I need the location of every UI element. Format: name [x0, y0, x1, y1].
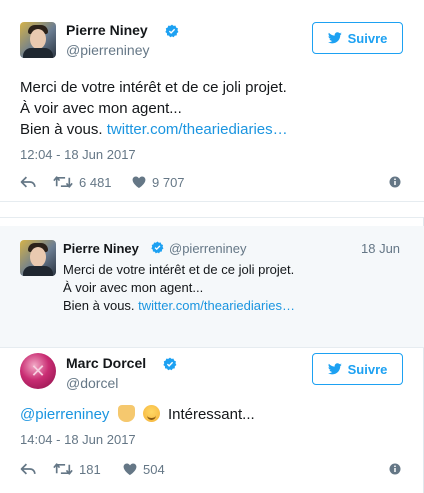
author-name[interactable]: Marc Dorcel — [66, 355, 146, 371]
reply-button[interactable] — [20, 173, 37, 191]
reply-icon — [20, 176, 36, 188]
retweet-button[interactable]: 6 481 — [53, 173, 112, 191]
heart-icon — [123, 463, 137, 476]
retweet-count: 181 — [79, 461, 101, 477]
heart-icon — [132, 176, 146, 189]
author-handle[interactable]: @pierreniney — [66, 42, 149, 58]
avatar[interactable] — [20, 22, 56, 58]
follow-button[interactable]: Suivre — [312, 353, 403, 385]
like-count: 9 707 — [152, 174, 185, 190]
relieved-face-emoji — [142, 405, 160, 422]
like-button[interactable]: 504 — [123, 460, 165, 478]
mention-link[interactable]: @pierreniney — [20, 406, 109, 423]
quoted-date[interactable]: 18 Jun — [361, 241, 400, 256]
verified-badge-icon — [165, 24, 179, 38]
tweet-text-line-3: Bien à vous. twitter.com/theariediaries… — [20, 119, 288, 140]
quoted-text-line-1: Merci de votre intérêt et de ce joli pro… — [63, 262, 295, 277]
tweet-timestamp[interactable]: 14:04 - 18 Jun 2017 — [20, 432, 136, 447]
person-gesturing-emoji — [117, 405, 135, 422]
twitter-bird-icon — [327, 363, 342, 375]
follow-label: Suivre — [347, 30, 388, 46]
tweet-text-line-1: Merci de votre intérêt et de ce joli pro… — [20, 79, 287, 96]
quoted-link[interactable]: twitter.com/theariediaries… — [138, 298, 295, 313]
retweet-count: 6 481 — [79, 174, 112, 190]
tweet-timestamp[interactable]: 12:04 - 18 Jun 2017 — [20, 147, 136, 162]
follow-button[interactable]: Suivre — [312, 22, 403, 54]
reply-icon — [20, 463, 36, 475]
tweet-text: @pierreniney Intéressant... — [20, 404, 255, 425]
retweet-icon — [53, 176, 73, 188]
follow-label: Suivre — [347, 361, 388, 377]
tweet-card-marc: Pierre Niney @pierreniney 18 Jun Merci d… — [0, 217, 424, 493]
tweet-text-body: Intéressant... — [167, 406, 255, 423]
reply-button[interactable] — [20, 460, 37, 478]
twitter-bird-icon — [327, 32, 342, 44]
info-icon — [389, 463, 401, 475]
tweet-card-pierre: Pierre Niney @pierreniney Suivre Merci d… — [0, 0, 424, 202]
tweet-actions: 6 481 9 707 — [20, 173, 404, 191]
quoted-text-line-2: À voir avec mon agent... — [63, 280, 204, 295]
tweet-actions: 181 504 — [20, 460, 404, 478]
retweet-button[interactable]: 181 — [53, 460, 101, 478]
tweet-text-line-2: À voir avec mon agent... — [20, 100, 182, 117]
quoted-avatar[interactable] — [20, 240, 56, 276]
author-handle[interactable]: @dorcel — [66, 375, 118, 391]
quoted-author-name[interactable]: Pierre Niney — [63, 241, 139, 256]
tweet-link[interactable]: twitter.com/theariediaries… — [107, 121, 288, 138]
info-button[interactable] — [389, 173, 401, 191]
quoted-tweet[interactable]: Pierre Niney @pierreniney 18 Jun Merci d… — [0, 226, 424, 348]
avatar[interactable]: ✕ — [20, 353, 56, 389]
tweet-separator — [0, 202, 424, 217]
quoted-text-line-3: Bien à vous. twitter.com/theariediaries… — [63, 297, 295, 315]
retweet-icon — [53, 463, 73, 475]
info-button[interactable] — [389, 460, 401, 478]
verified-badge-icon — [151, 241, 164, 254]
author-name[interactable]: Pierre Niney — [66, 22, 148, 38]
info-icon — [389, 176, 401, 188]
verified-badge-icon — [163, 357, 177, 371]
avatar-mark: ✕ — [30, 360, 46, 382]
tweet-text-line-3-text: Bien à vous. — [20, 121, 103, 138]
like-count: 504 — [143, 461, 165, 477]
like-button[interactable]: 9 707 — [132, 173, 185, 191]
quoted-text-line-3-text: Bien à vous. — [63, 298, 135, 313]
quoted-author-handle[interactable]: @pierreniney — [169, 241, 247, 256]
